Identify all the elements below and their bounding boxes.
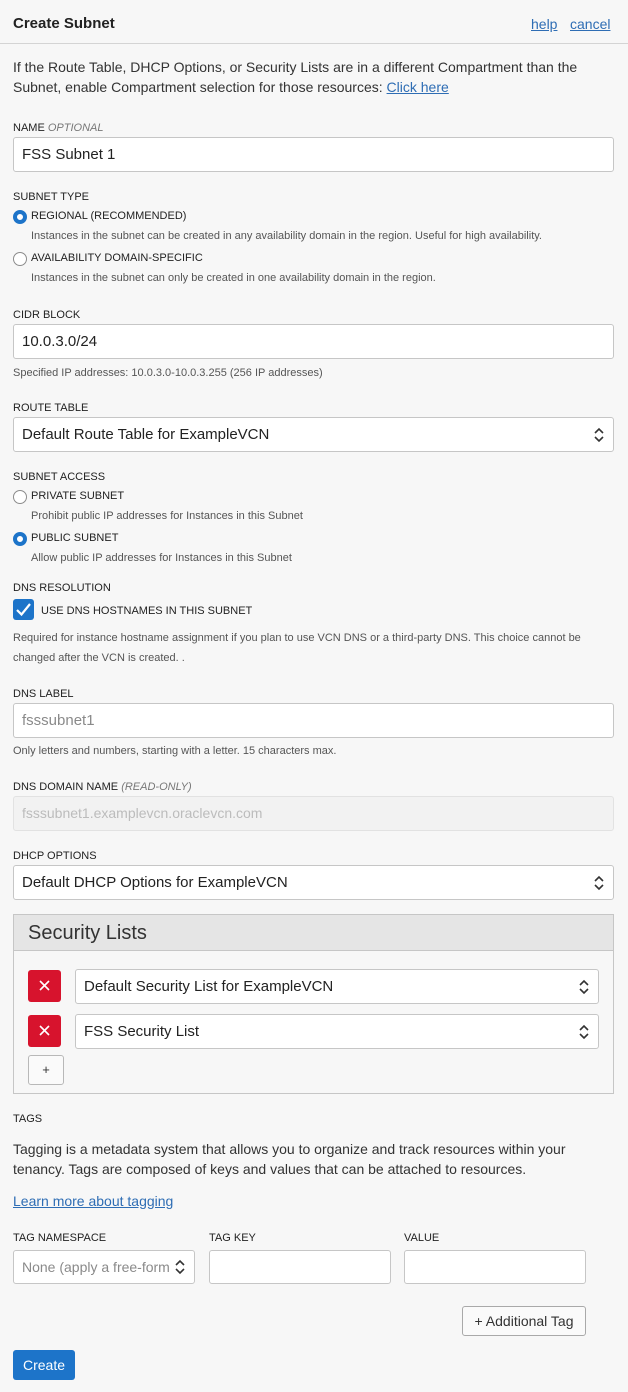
compartment-notice-text: If the Route Table, DHCP Options, or Sec… bbox=[13, 59, 578, 95]
dns-resolution-label: DNS RESOLUTION bbox=[13, 582, 111, 594]
name-label: NAME OPTIONAL bbox=[13, 122, 104, 134]
click-here-link[interactable]: Click here bbox=[387, 79, 449, 95]
close-icon bbox=[39, 1025, 50, 1036]
dns-label-help: Only letters and numbers, starting with … bbox=[13, 745, 337, 757]
subnet-type-label: SUBNET TYPE bbox=[13, 191, 90, 203]
radio-private-subnet[interactable] bbox=[13, 490, 27, 504]
security-lists-title: Security Lists bbox=[28, 922, 147, 944]
learn-tagging-link[interactable]: Learn more about tagging bbox=[13, 1193, 173, 1209]
radio-regional-label: REGIONAL (RECOMMENDED) bbox=[31, 210, 187, 222]
dhcp-select[interactable]: Default DHCP Options for ExampleVCN bbox=[13, 865, 614, 900]
route-table-value: Default Route Table for ExampleVCN bbox=[22, 426, 270, 443]
cidr-help: Specified IP addresses: 10.0.3.0-10.0.3.… bbox=[13, 367, 323, 379]
tag-value-label: VALUE bbox=[404, 1232, 440, 1244]
select-arrows-icon bbox=[579, 979, 589, 995]
dhcp-label: DHCP OPTIONS bbox=[13, 850, 97, 862]
public-help: Allow public IP addresses for Instances … bbox=[31, 552, 292, 564]
select-arrows-icon bbox=[579, 1024, 589, 1040]
tag-key-input[interactable] bbox=[209, 1250, 391, 1284]
subnet-access-label: SUBNET ACCESS bbox=[13, 471, 106, 483]
dns-hostnames-checkbox[interactable] bbox=[13, 599, 34, 620]
route-table-select[interactable]: Default Route Table for ExampleVCN bbox=[13, 417, 614, 452]
security-list-value: FSS Security List bbox=[84, 1023, 200, 1040]
security-list-select[interactable]: FSS Security List bbox=[75, 1014, 599, 1049]
security-lists-header: Security Lists bbox=[14, 915, 613, 951]
tag-value-input[interactable] bbox=[404, 1250, 586, 1284]
dhcp-value: Default DHCP Options for ExampleVCN bbox=[22, 874, 288, 891]
private-help: Prohibit public IP addresses for Instanc… bbox=[31, 510, 303, 522]
dns-hostnames-label: USE DNS HOSTNAMES IN THIS SUBNET bbox=[41, 605, 253, 617]
tag-key-label: TAG KEY bbox=[209, 1232, 256, 1244]
cidr-label: CIDR BLOCK bbox=[13, 309, 81, 321]
tag-namespace-label: TAG NAMESPACE bbox=[13, 1232, 107, 1244]
select-arrows-icon bbox=[594, 875, 604, 891]
checkmark-icon bbox=[16, 603, 31, 617]
radio-regional[interactable] bbox=[13, 210, 27, 224]
radio-ad-specific[interactable] bbox=[13, 252, 27, 266]
radio-public-subnet[interactable] bbox=[13, 532, 27, 546]
cancel-link[interactable]: cancel bbox=[570, 16, 610, 32]
remove-security-list-button[interactable] bbox=[28, 970, 61, 1002]
optional-hint: OPTIONAL bbox=[47, 122, 104, 134]
select-arrows-icon bbox=[594, 427, 604, 443]
dns-resolution-help: Required for instance hostname assignmen… bbox=[13, 632, 581, 664]
tags-label: TAGS bbox=[13, 1113, 43, 1125]
tag-namespace-select[interactable]: None (apply a free-form bbox=[13, 1250, 195, 1284]
dns-label-label: DNS LABEL bbox=[13, 688, 74, 700]
readonly-hint: (READ-ONLY) bbox=[121, 781, 192, 793]
radio-ad-specific-label: AVAILABILITY DOMAIN-SPECIFIC bbox=[31, 252, 203, 264]
add-security-list-button[interactable]: + bbox=[28, 1055, 64, 1085]
route-table-label: ROUTE TABLE bbox=[13, 402, 89, 414]
radio-private-label: PRIVATE SUBNET bbox=[31, 490, 125, 502]
create-button[interactable]: Create bbox=[13, 1350, 75, 1380]
close-icon bbox=[39, 980, 50, 991]
additional-tag-button[interactable]: + Additional Tag bbox=[462, 1306, 586, 1336]
tag-namespace-value: None (apply a free-form bbox=[22, 1259, 170, 1275]
dialog-title: Create Subnet bbox=[13, 15, 115, 32]
dns-label-input[interactable]: fsssubnet1 bbox=[13, 703, 614, 738]
select-arrows-icon bbox=[175, 1259, 185, 1275]
ad-specific-help: Instances in the subnet can only be crea… bbox=[31, 272, 436, 284]
help-link[interactable]: help bbox=[531, 16, 557, 32]
compartment-notice: If the Route Table, DHCP Options, or Sec… bbox=[13, 57, 613, 97]
dns-domain-label: DNS DOMAIN NAME (READ-ONLY) bbox=[13, 781, 192, 793]
security-list-select[interactable]: Default Security List for ExampleVCN bbox=[75, 969, 599, 1004]
dns-domain-field: fsssubnet1.examplevcn.oraclevcn.com bbox=[13, 796, 614, 831]
name-input[interactable]: FSS Subnet 1 bbox=[13, 137, 614, 172]
tags-description: Tagging is a metadata system that allows… bbox=[13, 1141, 566, 1177]
security-list-value: Default Security List for ExampleVCN bbox=[84, 978, 334, 995]
remove-security-list-button[interactable] bbox=[28, 1015, 61, 1047]
cidr-input[interactable]: 10.0.3.0/24 bbox=[13, 324, 614, 359]
security-lists-panel: Security Lists Default Security List for… bbox=[13, 914, 614, 1094]
radio-public-label: PUBLIC SUBNET bbox=[31, 532, 119, 544]
regional-help: Instances in the subnet can be created i… bbox=[31, 230, 542, 242]
dialog-header: Create Subnet help cancel bbox=[0, 0, 628, 44]
